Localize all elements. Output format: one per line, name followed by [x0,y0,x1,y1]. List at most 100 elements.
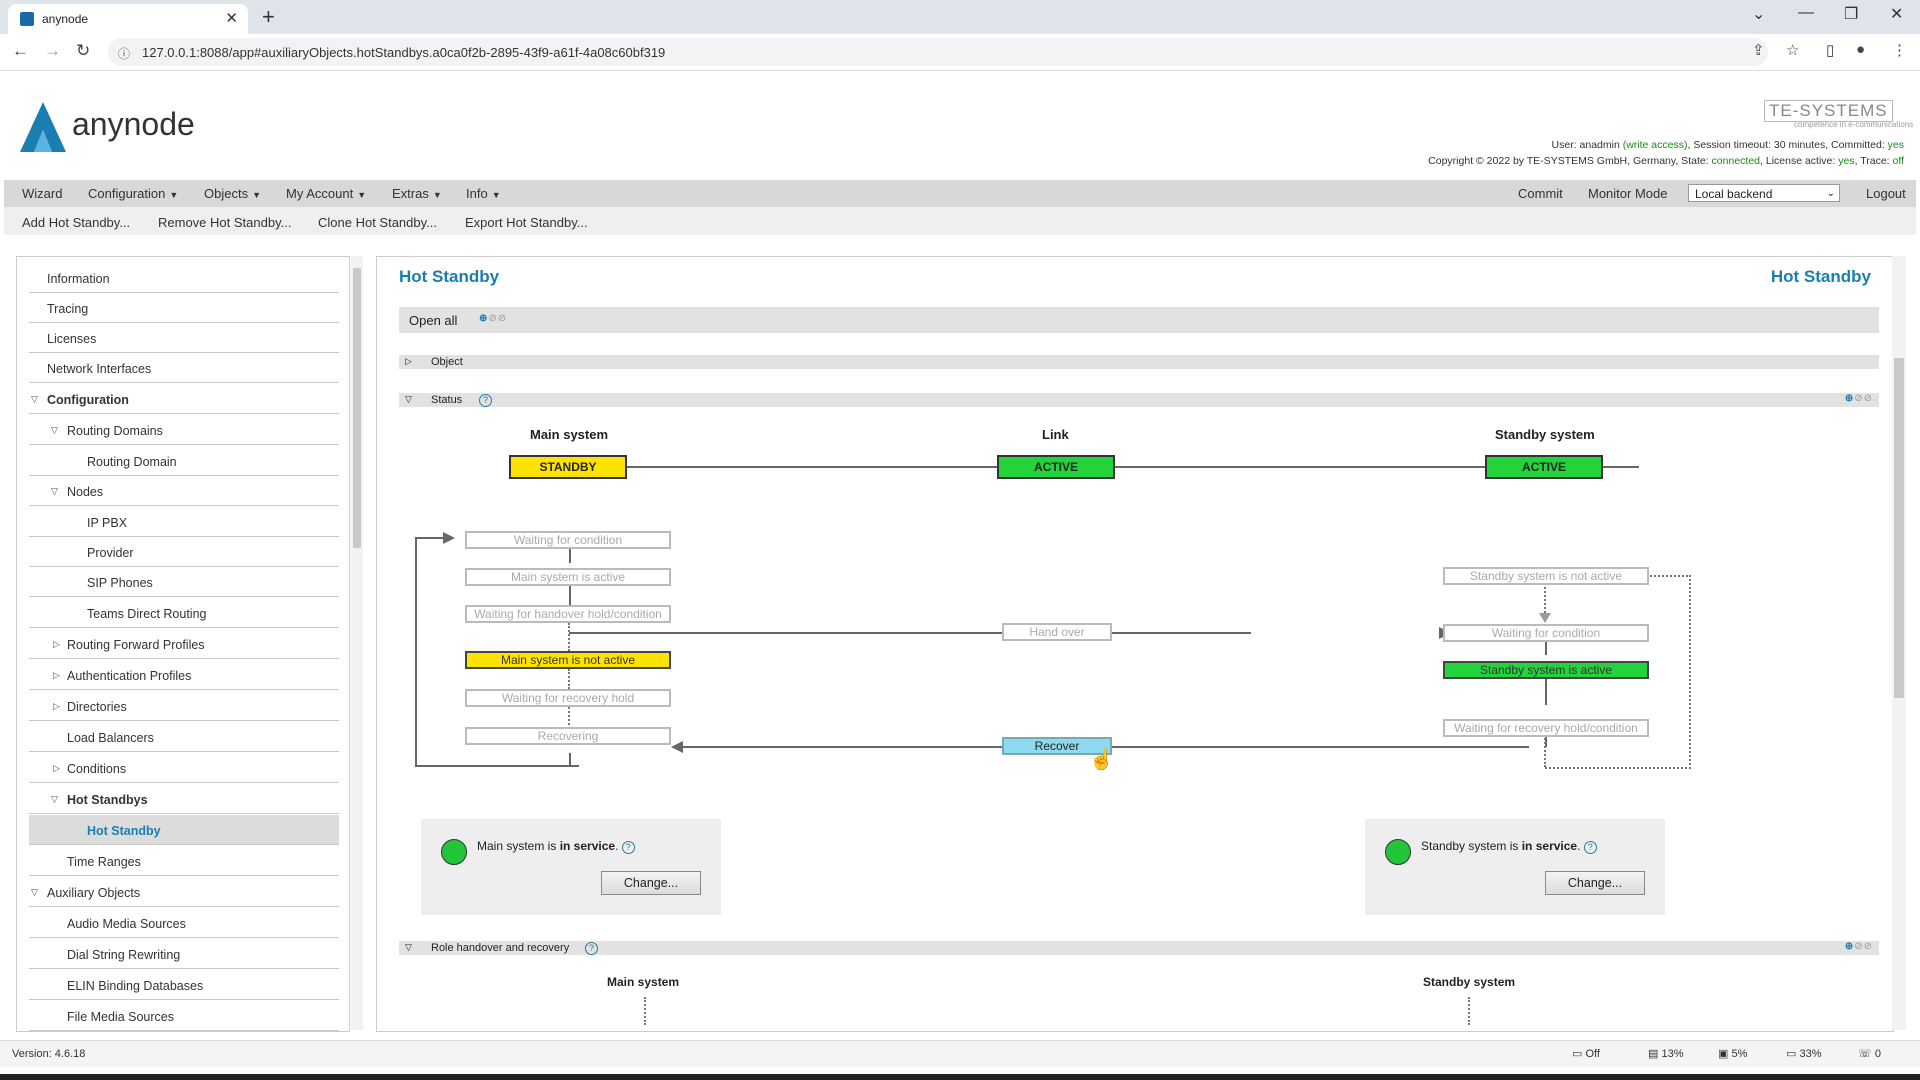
export-hot-standby-button[interactable]: Export Hot Standby... [465,215,588,230]
sidebar-item-load-balancers[interactable]: Load Balancers [29,722,339,752]
chevron-right-icon: ▷ [405,356,412,366]
section-object[interactable]: ▷ Object [399,355,1879,369]
sidebar-item-sip-phones[interactable]: SIP Phones [29,567,339,597]
side-panel-icon[interactable]: ▯ [1826,41,1834,59]
help-icon[interactable]: ? [585,942,598,955]
logout-button[interactable]: Logout [1866,186,1906,201]
forward-icon[interactable]: → [44,41,61,61]
disk-icon: ▤ [1648,1048,1659,1060]
browser-menu-icon[interactable]: ⋮ [1892,41,1907,59]
flow-connector-dotted [644,997,646,1025]
back-icon[interactable]: ← [12,41,29,61]
close-window-icon[interactable]: ✕ [1890,4,1903,24]
help-icon[interactable]: ? [1583,841,1597,854]
recording-icon: ▭ [1572,1048,1583,1060]
flow-waiting-recovery-hold: Waiting for recovery hold [465,689,671,707]
brand-tagline: competence in e-communications [1794,120,1914,129]
disk-usage: ▤ 13% [1648,1048,1684,1060]
copyright-info: Copyright © 2022 by TE-SYSTEMS GmbH, Ger… [1428,155,1904,167]
sidebar-item-routing-domains[interactable]: ▽ Routing Domains [29,415,339,445]
flow-connector [1545,641,1547,655]
help-icon[interactable]: ? [621,841,635,854]
open-all-button[interactable]: Open all [409,313,457,328]
monitor-mode-button[interactable]: Monitor Mode [1588,186,1667,201]
flow-standby-system-active: Standby system is active [1443,661,1649,679]
tab-search-icon[interactable]: ⌄ [1752,4,1765,24]
sidebar-item-directories[interactable]: ▷ Directories [29,691,339,721]
anynode-logo-icon [18,100,68,157]
expand-collapse-icons[interactable]: ⊕⊘⊘ [479,313,507,324]
standby-state-badge: ACTIVE [1485,455,1603,479]
sidebar-item-network-interfaces[interactable]: Network Interfaces [29,353,339,383]
main-scrollbar-thumb[interactable] [1894,358,1904,698]
sidebar-scrollbar-thumb[interactable] [353,268,361,548]
flow-standby-waiting-for-condition: Waiting for condition [1443,624,1649,642]
menu-my-account[interactable]: My Account ▼ [286,186,366,201]
new-tab-icon[interactable]: + [262,4,275,30]
remove-hot-standby-button[interactable]: Remove Hot Standby... [158,215,291,230]
sidebar-item-conditions[interactable]: ▷ Conditions [29,753,339,783]
sidebar-item-routing-forward-profiles[interactable]: ▷ Routing Forward Profiles [29,629,339,659]
flow-waiting-for-condition: Waiting for condition [465,531,671,549]
loop-line [415,537,417,767]
sidebar-item-time-ranges[interactable]: Time Ranges [29,846,339,876]
section-status[interactable]: ▽ Status ? ⊕⊘⊘ [399,393,1879,407]
chevron-right-icon: ▷ [53,701,60,711]
menu-objects[interactable]: Objects ▼ [204,186,261,201]
sidebar-item-file-media-sources[interactable]: File Media Sources [29,1001,339,1031]
clone-hot-standby-button[interactable]: Clone Hot Standby... [318,215,437,230]
menu-info[interactable]: Info ▼ [466,186,501,201]
bookmark-star-icon[interactable]: ☆ [1786,41,1799,59]
backend-select[interactable]: Local backend ⌄ [1688,184,1840,202]
flow-standby-waiting-recovery: Waiting for recovery hold/condition [1443,719,1649,737]
close-tab-icon[interactable]: ✕ [225,9,238,27]
sidebar-item-tracing[interactable]: Tracing [29,293,339,323]
chevron-right-icon: ▷ [53,763,60,773]
sidebar-item-routing-domain[interactable]: Routing Domain [29,446,339,476]
profile-icon[interactable]: ● [1856,41,1865,58]
commit-button[interactable]: Commit [1518,186,1563,201]
help-icon[interactable]: ? [479,394,492,407]
sidebar-item-hot-standby[interactable]: Hot Standby [29,815,339,845]
sidebar-item-configuration[interactable]: ▽ Configuration [29,384,339,414]
main-change-button[interactable]: Change... [601,871,701,895]
anynode-favicon-icon [20,12,34,26]
standby-system-header: Standby system [1495,427,1595,442]
menu-extras[interactable]: Extras ▼ [392,186,442,201]
restore-icon[interactable]: ❐ [1844,4,1858,24]
standby-change-button[interactable]: Change... [1545,871,1645,895]
sidebar-item-provider[interactable]: Provider [29,537,339,567]
url-text[interactable]: 127.0.0.1:8088/app#auxiliaryObjects.hotS… [142,45,665,60]
section-tool-icons[interactable]: ⊕⊘⊘ [1845,941,1873,952]
sidebar-item-nodes[interactable]: ▽ Nodes [29,476,339,506]
standby-service-panel: Standby system is in service. ? Change..… [1365,819,1665,915]
sidebar-item-auxiliary-objects[interactable]: ▽ Auxiliary Objects [29,877,339,907]
flow-recovering: Recovering [465,727,671,745]
sidebar-item-teams-direct-routing[interactable]: Teams Direct Routing [29,598,339,628]
page-title-right: Hot Standby [1770,267,1871,286]
flow-connector-dotted [1545,767,1691,769]
section-role-handover[interactable]: ▽ Role handover and recovery ? ⊕⊘⊘ [399,941,1879,955]
sidebar-item-ip-pbx[interactable]: IP PBX [29,507,339,537]
sidebar-item-elin-binding-databases[interactable]: ELIN Binding Databases [29,970,339,1000]
section-tool-icons[interactable]: ⊕⊘⊘ [1845,393,1873,404]
sidebar-item-hot-standbys[interactable]: ▽ Hot Standbys [29,784,339,814]
share-icon[interactable]: ⇪ [1752,41,1765,59]
cpu-icon: ▣ [1718,1048,1729,1060]
sidebar-item-authentication-profiles[interactable]: ▷ Authentication Profiles [29,660,339,690]
arrow-left-icon [671,741,683,753]
browser-tab[interactable]: anynode ✕ [8,4,248,34]
minimize-icon[interactable]: — [1798,4,1814,22]
sidebar-item-audio-media-sources[interactable]: Audio Media Sources [29,908,339,938]
sidebar-item-dial-string-rewriting[interactable]: Dial String Rewriting [29,939,339,969]
sidebar-item-licenses[interactable]: Licenses [29,323,339,353]
sidebar-item-information[interactable]: Information [29,263,339,293]
menu-configuration[interactable]: Configuration ▼ [88,186,178,201]
flow-connector-dotted [568,669,570,689]
site-info-icon[interactable]: ⓘ [118,45,130,62]
calls-count: ☏ 0 [1858,1048,1881,1060]
reload-icon[interactable]: ↻ [76,41,90,61]
add-hot-standby-button[interactable]: Add Hot Standby... [22,215,130,230]
menu-wizard[interactable]: Wizard [22,186,62,201]
chevron-down-icon: ▽ [51,425,58,435]
